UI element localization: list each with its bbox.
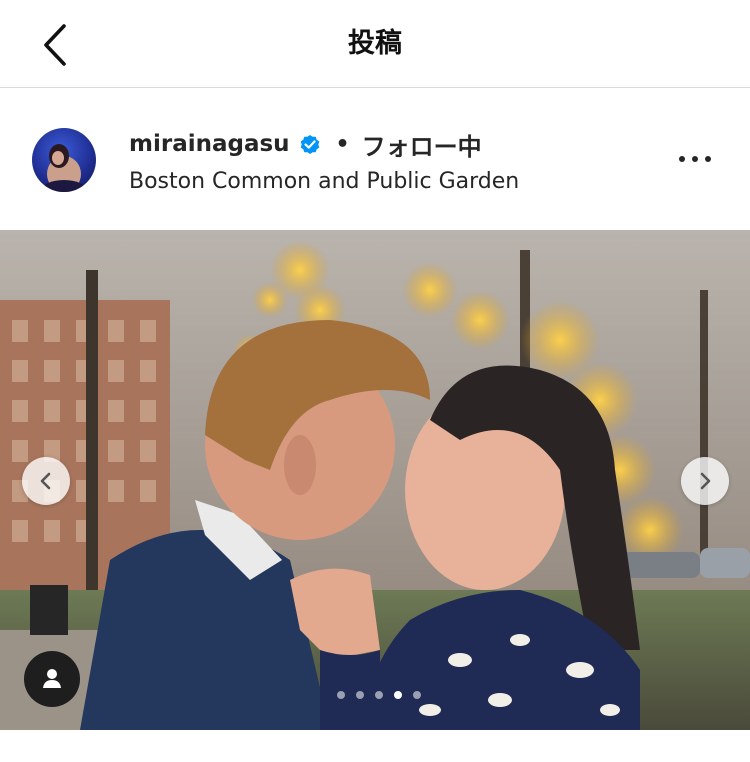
carousel-previous-button[interactable]: [22, 457, 70, 505]
carousel-dot: [375, 691, 383, 699]
page-title: 投稿: [348, 28, 402, 59]
more-options-button[interactable]: [674, 145, 716, 173]
chevron-left-icon: [40, 472, 51, 490]
tagged-users-button[interactable]: [24, 651, 80, 707]
post-photo: [0, 230, 750, 730]
separator-dot: •: [335, 131, 350, 157]
verified-badge-icon: [300, 135, 319, 154]
user-line: mirainagasu • フォロー中: [129, 127, 482, 161]
chevron-right-icon: [700, 472, 711, 490]
post-media[interactable]: [0, 230, 750, 730]
carousel-next-button[interactable]: [681, 457, 729, 505]
avatar-image: [42, 144, 86, 192]
avatar[interactable]: [32, 128, 96, 192]
carousel-dot: [337, 691, 345, 699]
more-horizontal-icon: [705, 156, 711, 162]
more-horizontal-icon: [692, 156, 698, 162]
username[interactable]: mirainagasu: [129, 131, 290, 157]
carousel-dot: [413, 691, 421, 699]
user-tag-icon: [43, 669, 61, 688]
carousel-indicator: [337, 688, 427, 702]
post-header: mirainagasu • フォロー中 Boston Common and Pu…: [0, 89, 750, 230]
carousel-dot-active: [394, 691, 402, 699]
following-button[interactable]: フォロー中: [362, 127, 482, 162]
top-navigation-bar: 投稿: [0, 0, 750, 88]
more-horizontal-icon: [679, 156, 685, 162]
carousel-dot: [356, 691, 364, 699]
location-link[interactable]: Boston Common and Public Garden: [129, 169, 519, 194]
